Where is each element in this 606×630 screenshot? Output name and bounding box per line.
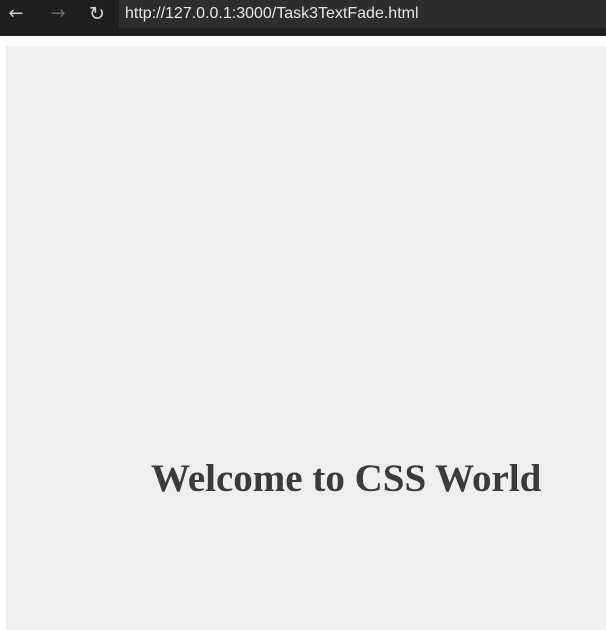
address-bar-url: http://127.0.0.1:3000/Task3TextFade.html [125, 5, 419, 22]
reload-icon[interactable]: ↻ [85, 2, 109, 26]
forward-arrow-icon[interactable]: → [46, 2, 70, 26]
browser-toolbar: ← → ↻ http://127.0.0.1:3000/Task3TextFad… [0, 0, 606, 36]
page-viewport: Welcome to CSS World [6, 46, 606, 630]
back-arrow-icon[interactable]: ← [4, 2, 28, 26]
address-bar[interactable]: http://127.0.0.1:3000/Task3TextFade.html [119, 0, 606, 28]
page-heading: Welcome to CSS World [151, 457, 542, 500]
browser-window: ← → ↻ http://127.0.0.1:3000/Task3TextFad… [0, 0, 606, 630]
